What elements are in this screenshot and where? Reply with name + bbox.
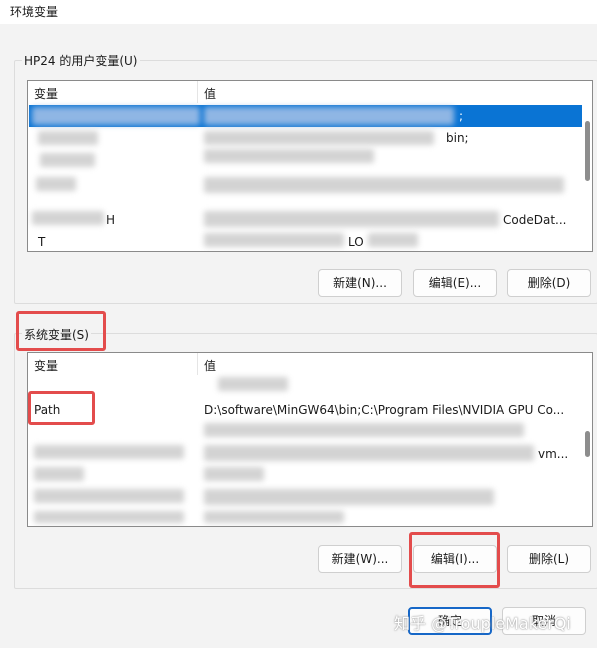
redacted-region — [34, 445, 184, 459]
redacted-region — [204, 107, 454, 125]
redacted-region — [32, 107, 200, 125]
table-row[interactable] — [28, 465, 582, 487]
user-vars-list[interactable]: 变量 值 ; bin; H CodeDat... T LO — [27, 80, 593, 252]
highlight-system-vars-label — [16, 311, 106, 351]
system-vars-scrollbar[interactable] — [585, 431, 590, 457]
system-delete-button[interactable]: 删除(L) — [507, 545, 591, 573]
user-new-button[interactable]: 新建(N)... — [318, 269, 402, 297]
col-variable-header[interactable]: 变量 — [34, 85, 58, 102]
table-row[interactable]: Path D:\software\MinGW64\bin;C:\Program … — [28, 399, 582, 421]
col-value-header[interactable]: 值 — [204, 357, 216, 374]
user-vars-scrollbar[interactable] — [585, 121, 590, 181]
redacted-region — [204, 445, 534, 461]
highlight-edit-button — [409, 532, 500, 588]
redacted-region — [368, 233, 418, 247]
row-value: CodeDat... — [503, 213, 567, 227]
col-value-header[interactable]: 值 — [204, 85, 216, 102]
user-delete-button[interactable]: 删除(D) — [507, 269, 591, 297]
column-divider[interactable] — [197, 81, 198, 103]
title-bar: 环境变量 — [0, 0, 597, 24]
highlight-path-row — [28, 391, 95, 425]
redacted-region — [204, 489, 494, 505]
redacted-region — [218, 377, 288, 391]
system-new-button[interactable]: 新建(W)... — [318, 545, 402, 573]
column-divider[interactable] — [197, 353, 198, 375]
row-value: bin; — [446, 131, 469, 145]
redacted-region — [204, 233, 344, 247]
redacted-region — [204, 423, 524, 437]
redacted-region — [38, 131, 98, 145]
col-variable-header[interactable]: 变量 — [34, 357, 58, 374]
redacted-region — [34, 511, 184, 523]
redacted-region — [34, 467, 84, 481]
redacted-region — [34, 489, 184, 503]
redacted-region — [204, 211, 499, 227]
system-vars-list[interactable]: 变量 值 Path D:\software\MinGW64\bin;C:\Pro… — [27, 352, 593, 527]
row-value: LO — [348, 235, 364, 249]
redacted-region — [204, 177, 564, 193]
user-edit-button[interactable]: 编辑(E)... — [413, 269, 497, 297]
redacted-region — [40, 153, 95, 167]
redacted-region — [32, 211, 104, 225]
row-value: ; — [459, 109, 464, 123]
user-vars-label: HP24 的用户变量(U) — [22, 52, 140, 69]
row-name: H — [106, 213, 116, 227]
row-name: T — [38, 235, 46, 249]
redacted-region — [204, 149, 374, 163]
redacted-region — [204, 467, 264, 481]
redacted-region — [204, 131, 434, 145]
redacted-region — [36, 177, 76, 191]
row-value: vm... — [538, 447, 569, 461]
system-vars-header: 变量 值 — [28, 353, 592, 375]
watermark: 知乎 @TroupleMakerQi — [394, 614, 571, 633]
row-value-path: D:\software\MinGW64\bin;C:\Program Files… — [204, 403, 565, 417]
user-vars-header: 变量 值 — [28, 81, 592, 103]
window-title: 环境变量 — [10, 5, 59, 19]
table-row[interactable] — [28, 375, 582, 397]
redacted-region — [204, 511, 344, 523]
